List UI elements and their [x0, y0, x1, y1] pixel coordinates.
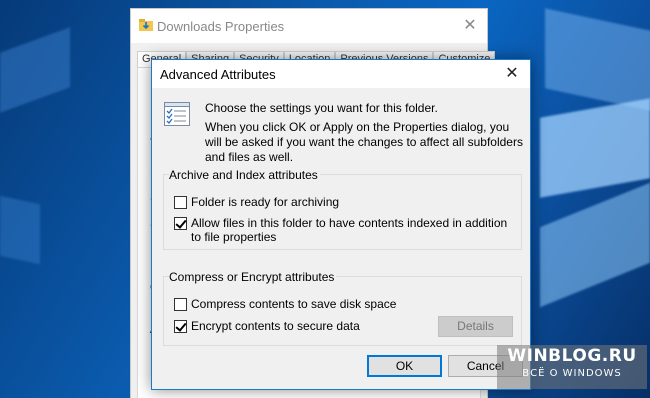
desktop-light-beam [545, 8, 650, 112]
archive-index-group-label: Archive and Index attributes [169, 168, 320, 182]
details-button[interactable]: Details [438, 316, 513, 337]
index-option[interactable]: Allow files in this folder to have conte… [174, 216, 514, 244]
ok-button[interactable]: OK [367, 355, 442, 377]
encrypt-option[interactable]: Encrypt contents to secure data [174, 319, 360, 333]
compress-checkbox[interactable] [174, 298, 187, 311]
properties-title: Downloads Properties [157, 19, 285, 34]
compress-option[interactable]: Compress contents to save disk space [174, 297, 396, 311]
close-icon[interactable]: ✕ [459, 15, 481, 37]
advanced-attributes-dialog: Advanced Attributes ✕ Choose the setting… [151, 59, 531, 390]
desktop-light-beam [540, 98, 650, 198]
close-icon[interactable]: ✕ [498, 62, 526, 86]
desktop-light-beam [0, 27, 70, 113]
archive-label[interactable]: Folder is ready for archiving [191, 195, 339, 209]
encrypt-label[interactable]: Encrypt contents to secure data [191, 319, 360, 333]
watermark-title: WINBLOG.RU [507, 346, 637, 366]
encrypt-checkbox[interactable] [174, 320, 187, 333]
attributes-list-icon [164, 102, 190, 126]
watermark-subtitle: ВСЁ О WINDOWS [522, 368, 622, 379]
archive-option[interactable]: Folder is ready for archiving [174, 195, 339, 209]
intro-explanation: When you click OK or Apply on the Proper… [205, 120, 523, 164]
desktop-light-beam [540, 182, 650, 308]
archive-checkbox[interactable] [174, 196, 187, 209]
index-label[interactable]: Allow files in this folder to have conte… [191, 216, 514, 244]
index-checkbox[interactable] [174, 217, 187, 230]
compress-encrypt-group-label: Compress or Encrypt attributes [169, 270, 337, 284]
dialog-title: Advanced Attributes [160, 67, 276, 82]
site-watermark: WINBLOG.RU ВСЁ О WINDOWS [497, 345, 647, 389]
desktop-light-beam [0, 195, 40, 265]
intro-text: Choose the settings you want for this fo… [205, 101, 438, 115]
properties-titlebar[interactable]: Downloads Properties ✕ [131, 9, 487, 43]
compress-label[interactable]: Compress contents to save disk space [191, 297, 396, 311]
dialog-titlebar[interactable]: Advanced Attributes ✕ [152, 60, 530, 88]
folder-download-icon [139, 19, 153, 31]
